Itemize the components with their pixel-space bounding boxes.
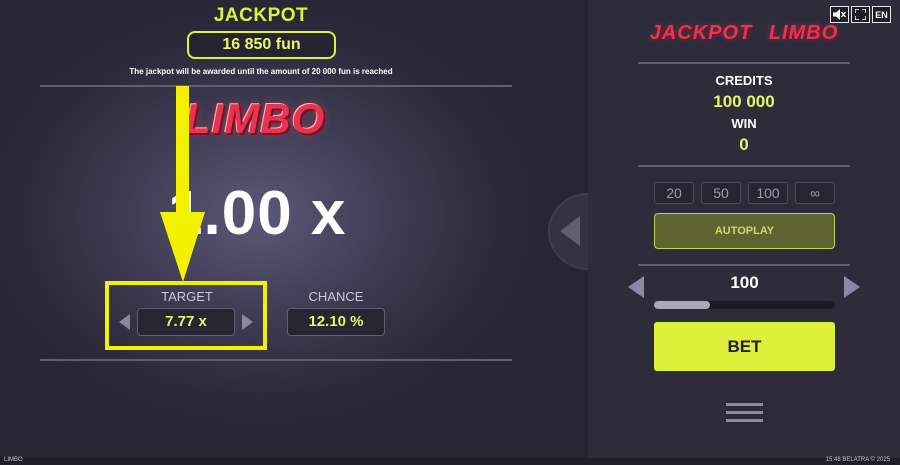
jackpot-title: JACKPOT [213,5,309,26]
chip-infinite[interactable]: ∞ [795,182,835,204]
target-highlight-frame [105,281,267,350]
credits-label: CREDITS [715,73,773,88]
bet-button[interactable]: BET [654,322,835,371]
autoplay-button[interactable]: AUTOPLAY [654,213,835,249]
credits-value: 100 000 [713,92,775,111]
chance-label: CHANCE [308,289,364,304]
bet-slider[interactable] [654,301,835,309]
game-area: JACKPOT 16 850 fun The jackpot will be a… [0,0,588,458]
divider-bottom [40,359,512,361]
chip-50[interactable]: 50 [701,182,741,204]
bet-value: 100 [730,273,759,292]
limbo-logo: LIMBO [185,95,326,142]
sound-muted-icon[interactable] [830,6,849,23]
toggle-left-arrow-icon [560,216,580,246]
fullscreen-icon[interactable] [851,6,870,23]
panel-divider-1 [638,62,850,64]
chance-value-field[interactable]: 12.10 % [287,308,385,336]
control-panel: EN JACKPOT LIMBO CREDITS 100 000 WIN 0 2… [588,0,900,458]
chip-100[interactable]: 100 [748,182,788,204]
bet-slider-fill [654,301,711,309]
top-icon-bar: EN [830,6,891,23]
multiplier-display: 1.00 x [168,179,347,248]
divider-top [40,85,512,87]
panel-divider-2 [638,165,850,167]
win-value: 0 [739,135,749,154]
jackpot-note: The jackpot will be awarded until the am… [129,67,393,76]
menu-hamburger-icon[interactable] [726,403,763,427]
jackpot-limbo-logo: JACKPOT LIMBO [649,22,839,44]
language-button[interactable]: EN [872,6,891,23]
autoplay-count-chips: 20 50 100 ∞ [654,182,835,204]
panel-divider-3 [638,264,850,266]
bet-decrease-arrow-icon[interactable] [628,276,644,298]
footer-game-name: LIMBO [4,457,23,463]
bet-increase-arrow-icon[interactable] [844,276,860,298]
footer-time-copyright: 15:48 BELATRA © 2025 [825,457,890,463]
win-label: WIN [731,116,757,131]
jackpot-amount: 16 850 fun [187,31,336,59]
game-screen: JACKPOT 16 850 fun The jackpot will be a… [0,0,900,465]
footer-bar: LIMBO 15:48 BELATRA © 2025 [0,457,900,465]
chip-20[interactable]: 20 [654,182,694,204]
